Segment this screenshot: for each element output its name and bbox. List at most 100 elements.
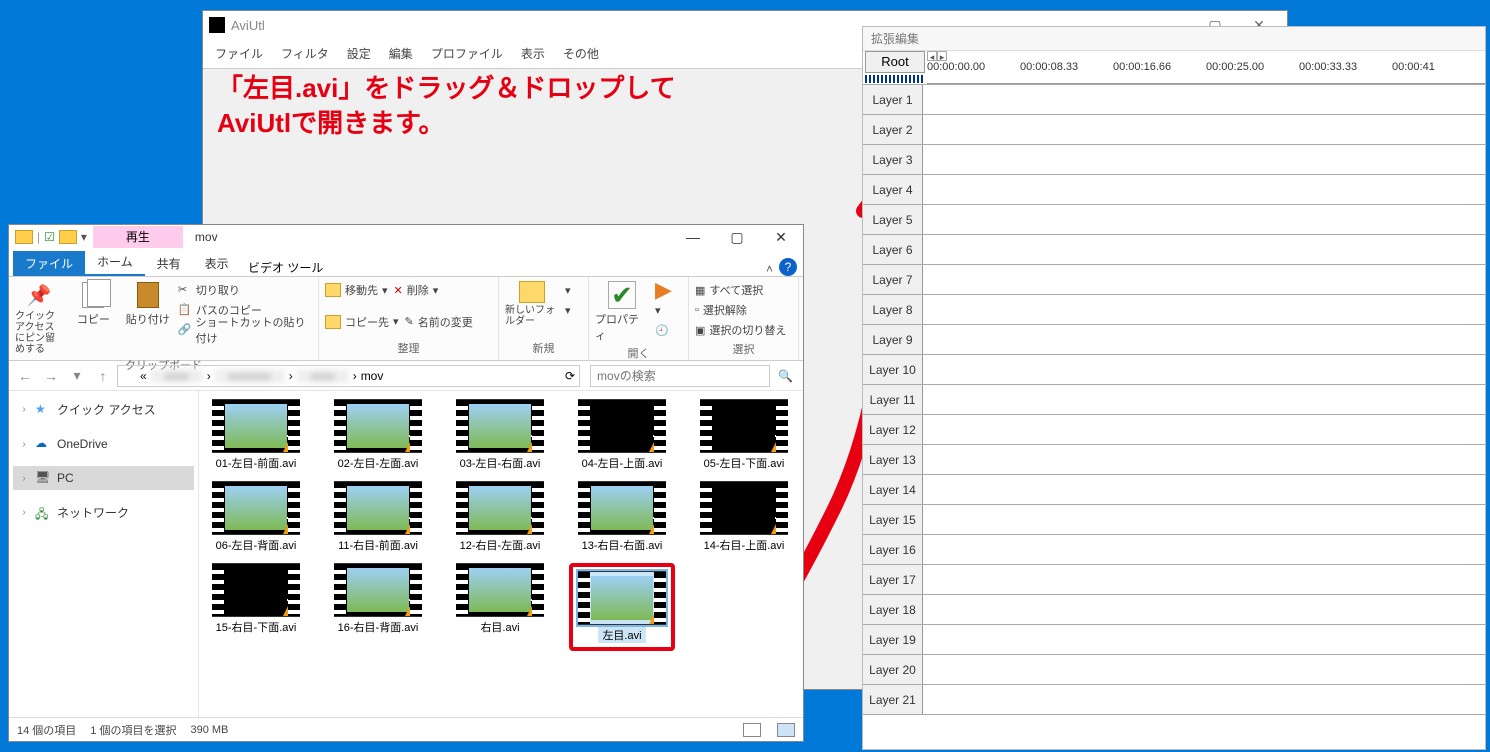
- file-item[interactable]: 05-左目-下面.avi: [691, 399, 797, 471]
- layer-row[interactable]: Layer 1: [863, 85, 1485, 115]
- nav-quick-access[interactable]: ›★クイック アクセス: [13, 397, 194, 422]
- layer-track[interactable]: [923, 385, 1485, 414]
- layer-track[interactable]: [923, 655, 1485, 684]
- close-button[interactable]: ✕: [759, 225, 803, 249]
- file-item[interactable]: 03-左目-右面.avi: [447, 399, 553, 471]
- layer-track[interactable]: [923, 445, 1485, 474]
- address-bar[interactable]: « xxxx› xxxxxxx› xxxx› mov ⟳: [117, 365, 580, 387]
- cut-button[interactable]: ✂切り取り: [178, 281, 312, 299]
- file-item[interactable]: 11-右目-前面.avi: [325, 481, 431, 553]
- view-icons-icon[interactable]: [777, 723, 795, 737]
- menu-edit[interactable]: 編集: [387, 43, 415, 64]
- search-input[interactable]: [590, 365, 770, 387]
- layer-track[interactable]: [923, 685, 1485, 714]
- nav-pc[interactable]: ›🖥PC: [13, 466, 194, 490]
- crumb-mov[interactable]: mov: [361, 369, 384, 383]
- select-all-button[interactable]: ▦すべて選択: [695, 281, 786, 299]
- qat-dropdown-icon[interactable]: ▾: [81, 230, 87, 244]
- layer-row[interactable]: Layer 3: [863, 145, 1485, 175]
- select-none-button[interactable]: ▫選択解除: [695, 301, 786, 319]
- file-item[interactable]: 06-左目-背面.avi: [203, 481, 309, 553]
- explorer-titlebar[interactable]: | ☑ ▾ 再生 mov — ▢ ✕: [9, 225, 803, 249]
- file-item[interactable]: 12-右目-左面.avi: [447, 481, 553, 553]
- layer-row[interactable]: Layer 13: [863, 445, 1485, 475]
- ruler-right-icon[interactable]: ▸: [937, 51, 947, 61]
- layer-row[interactable]: Layer 9: [863, 325, 1485, 355]
- invert-selection-button[interactable]: ▣選択の切り替え: [695, 321, 786, 339]
- layer-track[interactable]: [923, 475, 1485, 504]
- minimize-button[interactable]: —: [671, 225, 715, 249]
- timeline-cursor[interactable]: [865, 75, 925, 83]
- paste-button[interactable]: 貼り付け: [124, 281, 172, 327]
- layer-row[interactable]: Layer 5: [863, 205, 1485, 235]
- file-item[interactable]: 04-左目-上面.avi: [569, 399, 675, 471]
- layer-track[interactable]: [923, 235, 1485, 264]
- menu-other[interactable]: その他: [561, 43, 601, 64]
- layer-row[interactable]: Layer 7: [863, 265, 1485, 295]
- search-icon[interactable]: 🔍: [772, 369, 799, 383]
- layer-row[interactable]: Layer 2: [863, 115, 1485, 145]
- history-button[interactable]: 🕘: [655, 321, 672, 339]
- timeline-ruler[interactable]: ◂▸ 00:00:00.0000:00:08.3300:00:16.6600:0…: [927, 51, 1485, 84]
- layer-row[interactable]: Layer 18: [863, 595, 1485, 625]
- file-item[interactable]: 01-左目-前面.avi: [203, 399, 309, 471]
- folder-icon[interactable]: [59, 230, 77, 244]
- file-item[interactable]: 16-右目-背面.avi: [325, 563, 431, 651]
- easy-access-button[interactable]: ▾: [565, 301, 571, 319]
- layer-track[interactable]: [923, 415, 1485, 444]
- layer-row[interactable]: Layer 14: [863, 475, 1485, 505]
- copy-to-button[interactable]: コピー先 ▾: [325, 313, 399, 331]
- layer-track[interactable]: [923, 85, 1485, 114]
- menu-file[interactable]: ファイル: [213, 43, 265, 64]
- menu-profile[interactable]: プロファイル: [429, 43, 505, 64]
- layer-track[interactable]: [923, 325, 1485, 354]
- pin-button[interactable]: 📌 クイック アクセスにピン留めする: [15, 281, 63, 355]
- recent-button[interactable]: ▾: [65, 367, 89, 384]
- layer-row[interactable]: Layer 4: [863, 175, 1485, 205]
- layer-row[interactable]: Layer 20: [863, 655, 1485, 685]
- layer-row[interactable]: Layer 15: [863, 505, 1485, 535]
- menu-filter[interactable]: フィルタ: [279, 43, 331, 64]
- layer-row[interactable]: Layer 8: [863, 295, 1485, 325]
- qat-check-icon[interactable]: ☑: [44, 230, 55, 244]
- view-details-icon[interactable]: [743, 723, 761, 737]
- layer-row[interactable]: Layer 10: [863, 355, 1485, 385]
- delete-button[interactable]: ✕削除 ▾: [394, 281, 439, 299]
- copy-button[interactable]: コピー: [69, 281, 117, 327]
- file-item[interactable]: 左目.avi: [569, 563, 675, 651]
- layer-row[interactable]: Layer 16: [863, 535, 1485, 565]
- menu-settings[interactable]: 設定: [345, 43, 373, 64]
- tab-share[interactable]: 共有: [145, 251, 193, 276]
- up-button[interactable]: ↑: [91, 368, 115, 384]
- context-tab-play[interactable]: 再生: [93, 226, 183, 248]
- nav-network[interactable]: ›🖧ネットワーク: [13, 500, 194, 525]
- paste-shortcut-button[interactable]: 🔗ショートカットの貼り付け: [178, 321, 312, 339]
- new-item-button[interactable]: ▾: [565, 281, 571, 299]
- file-item[interactable]: 15-右目-下面.avi: [203, 563, 309, 651]
- back-button[interactable]: ←: [13, 368, 37, 384]
- layer-track[interactable]: [923, 595, 1485, 624]
- properties-button[interactable]: ✔ プロパティ: [595, 281, 649, 343]
- layer-track[interactable]: [923, 565, 1485, 594]
- file-item[interactable]: 13-右目-右面.avi: [569, 481, 675, 553]
- tab-file[interactable]: ファイル: [13, 251, 85, 276]
- layer-track[interactable]: [923, 205, 1485, 234]
- tab-view[interactable]: 表示: [193, 251, 241, 276]
- tab-video-tool[interactable]: ビデオ ツール: [241, 259, 331, 276]
- layer-track[interactable]: [923, 115, 1485, 144]
- layer-track[interactable]: [923, 265, 1485, 294]
- ext-editor-title[interactable]: 拡張編集: [863, 27, 1485, 51]
- ruler-left-icon[interactable]: ◂: [927, 51, 937, 61]
- refresh-button[interactable]: ⟳: [565, 369, 575, 383]
- layer-row[interactable]: Layer 11: [863, 385, 1485, 415]
- layer-row[interactable]: Layer 19: [863, 625, 1485, 655]
- layer-row[interactable]: Layer 12: [863, 415, 1485, 445]
- rename-button[interactable]: ✎名前の変更: [405, 313, 473, 331]
- layer-row[interactable]: Layer 6: [863, 235, 1485, 265]
- open-button[interactable]: ▶: [655, 281, 672, 299]
- layer-track[interactable]: [923, 145, 1485, 174]
- layer-track[interactable]: [923, 535, 1485, 564]
- layer-track[interactable]: [923, 505, 1485, 534]
- file-item[interactable]: 02-左目-左面.avi: [325, 399, 431, 471]
- menu-view[interactable]: 表示: [519, 43, 547, 64]
